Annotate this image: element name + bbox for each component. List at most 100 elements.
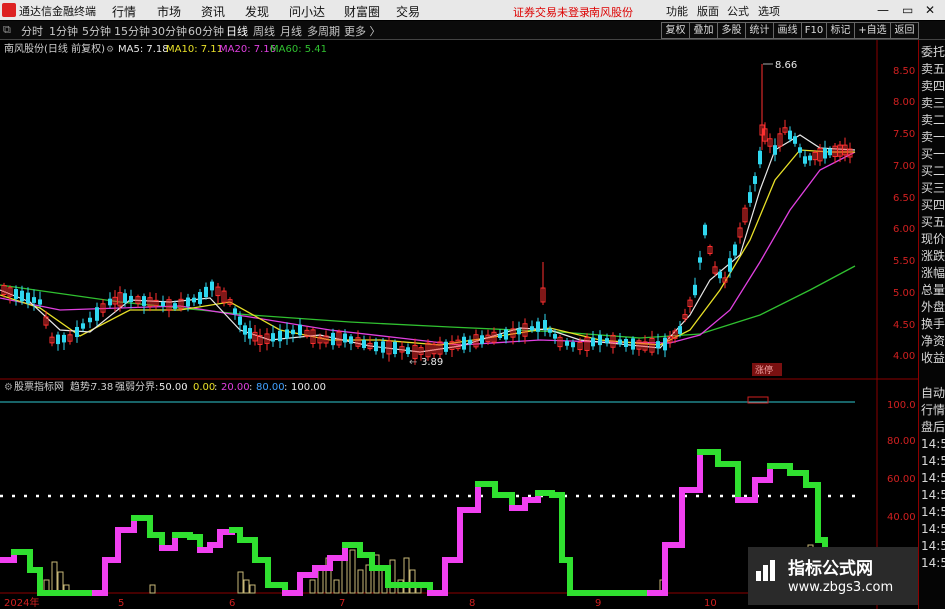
sidebar-item-17[interactable]: 净资: [921, 333, 945, 350]
f10-button[interactable]: F10: [801, 22, 827, 39]
tab-monthly[interactable]: 月线: [280, 23, 302, 39]
indicator-settings-icon[interactable]: ⚙: [4, 382, 13, 393]
current-stock: 南风股份: [589, 6, 633, 19]
tab-60min[interactable]: 60分钟: [188, 23, 224, 39]
date-label: 9: [595, 598, 601, 609]
sidebar-item-11[interactable]: 现价: [921, 231, 945, 248]
sidebar-time-item-10[interactable]: 14:5: [921, 555, 945, 572]
sidebar-item-15[interactable]: 外盘: [921, 299, 945, 316]
add-watchlist-button[interactable]: +自选: [854, 22, 891, 39]
back-button[interactable]: 返回: [890, 22, 919, 39]
candle-body: [444, 341, 448, 352]
menu-market[interactable]: 市场: [157, 3, 181, 20]
sidebar-item-10[interactable]: 买五: [921, 214, 945, 231]
adjust-button[interactable]: 复权: [661, 22, 690, 39]
sidebar-item-14[interactable]: 总量: [921, 282, 945, 299]
sidebar-time-item-2[interactable]: 盘后: [921, 419, 945, 436]
tab-daily[interactable]: 日线: [226, 23, 248, 39]
sidebar-item-0[interactable]: 委托: [921, 44, 945, 61]
sidebar-time-item-6[interactable]: 14:5: [921, 487, 945, 504]
sidebar-time-item-8[interactable]: 14:5: [921, 521, 945, 538]
tab-timeshare[interactable]: 分时: [21, 23, 43, 39]
sidebar-item-9[interactable]: 买四: [921, 197, 945, 214]
menu-formula[interactable]: 公式: [727, 3, 749, 19]
svg-text::: :: [214, 382, 217, 393]
draw-button[interactable]: 画线: [773, 22, 802, 39]
candle-body: [788, 130, 792, 140]
menu-quotes[interactable]: 行情: [112, 3, 136, 20]
sidebar-item-7[interactable]: 买二: [921, 163, 945, 180]
sidebar-time-item-0[interactable]: 自动: [921, 385, 945, 402]
tab-30min[interactable]: 30分钟: [151, 23, 187, 39]
svg-text::: :: [184, 382, 187, 393]
sidebar-time-item-5[interactable]: 14:5: [921, 470, 945, 487]
indicator-step-segment: [92, 557, 108, 596]
chart-area[interactable]: 南风股份(日线 前复权) ⚙ MA5: 7.18 MA10: 7.11 MA20…: [0, 40, 918, 609]
indicator-bar: [249, 584, 256, 594]
candle-body: [248, 328, 252, 339]
candle-body: [793, 136, 797, 144]
sidebar-item-6[interactable]: 买一: [921, 146, 945, 163]
sidebar-item-3[interactable]: 卖三: [921, 95, 945, 112]
bound-80: 80.00: [256, 382, 285, 393]
candle-body: [238, 316, 242, 325]
candle-body: [278, 330, 282, 342]
candle-body: [81, 323, 85, 329]
candle-body: [406, 347, 410, 355]
mark-button[interactable]: 标记: [826, 22, 855, 39]
menu-wealth[interactable]: 财富圈: [344, 3, 380, 20]
candle-body: [381, 341, 385, 353]
indicator-bar: [409, 569, 416, 594]
sidebar-item-8[interactable]: 买三: [921, 180, 945, 197]
close-icon[interactable]: ✕: [925, 3, 935, 17]
low-price-arrow-icon: ←: [409, 357, 417, 368]
candle-body: [758, 150, 762, 165]
sidebar-item-2[interactable]: 卖四: [921, 78, 945, 95]
candle-body: [748, 192, 752, 203]
tab-5min[interactable]: 5分钟: [82, 23, 111, 39]
candle-body: [656, 341, 660, 349]
sidebar-time-item-3[interactable]: 14:5: [921, 436, 945, 453]
menu-options[interactable]: 选项: [758, 3, 780, 19]
multi-stock-button[interactable]: 多股: [717, 22, 746, 39]
login-status[interactable]: 证券交易未登录: [513, 4, 590, 20]
sidebar-item-4[interactable]: 卖二: [921, 112, 945, 129]
stats-button[interactable]: 统计: [745, 22, 774, 39]
candle-body: [129, 295, 133, 303]
sidebar-item-1[interactable]: 卖五: [921, 61, 945, 78]
sidebar-time-item-9[interactable]: 14:5: [921, 538, 945, 555]
menu-function[interactable]: 功能: [666, 3, 688, 19]
menu-discover[interactable]: 发现: [245, 3, 269, 20]
menu-trade[interactable]: 交易: [396, 3, 420, 20]
sidebar-time-item-7[interactable]: 14:5: [921, 504, 945, 521]
sidebar-item-5[interactable]: 卖一: [921, 129, 945, 146]
price-tick-label: 6.00: [893, 224, 915, 235]
tab-1min[interactable]: 1分钟: [49, 23, 78, 39]
candle-body: [38, 299, 42, 305]
sidebar-item-18[interactable]: 收益: [921, 350, 945, 367]
period-toolbar: ⧉ 分时 1分钟 5分钟 15分钟 30分钟 60分钟 日线 周线 月线 多周期…: [0, 21, 945, 40]
minimize-icon[interactable]: —: [877, 3, 889, 17]
window-icon[interactable]: ⧉: [3, 23, 11, 37]
price-tick-label: 8.50: [893, 66, 915, 77]
settings-gear-icon[interactable]: ⚙: [106, 45, 114, 55]
candle-body: [618, 339, 622, 345]
tab-more[interactable]: 更多 〉: [344, 23, 381, 39]
restore-icon[interactable]: ▭: [902, 3, 913, 17]
sidebar-item-13[interactable]: 涨幅: [921, 265, 945, 282]
watermark-title: 指标公式网: [788, 559, 873, 579]
sidebar-time-item-4[interactable]: 14:5: [921, 453, 945, 470]
candle-body: [530, 326, 534, 331]
sidebar-item-16[interactable]: 换手: [921, 316, 945, 333]
menu-layout[interactable]: 版面: [697, 3, 719, 19]
tab-multi-period[interactable]: 多周期: [307, 23, 340, 39]
tab-15min[interactable]: 15分钟: [114, 23, 150, 39]
menu-ask[interactable]: 问小达: [289, 3, 325, 20]
tab-weekly[interactable]: 周线: [253, 23, 275, 39]
candle-body: [468, 339, 472, 345]
overlay-button[interactable]: 叠加: [689, 22, 718, 39]
sidebar-item-12[interactable]: 涨跌: [921, 248, 945, 265]
sidebar-time-item-1[interactable]: 行情: [921, 402, 945, 419]
price-tick-label: 8.00: [893, 97, 915, 108]
menu-news[interactable]: 资讯: [201, 3, 225, 20]
